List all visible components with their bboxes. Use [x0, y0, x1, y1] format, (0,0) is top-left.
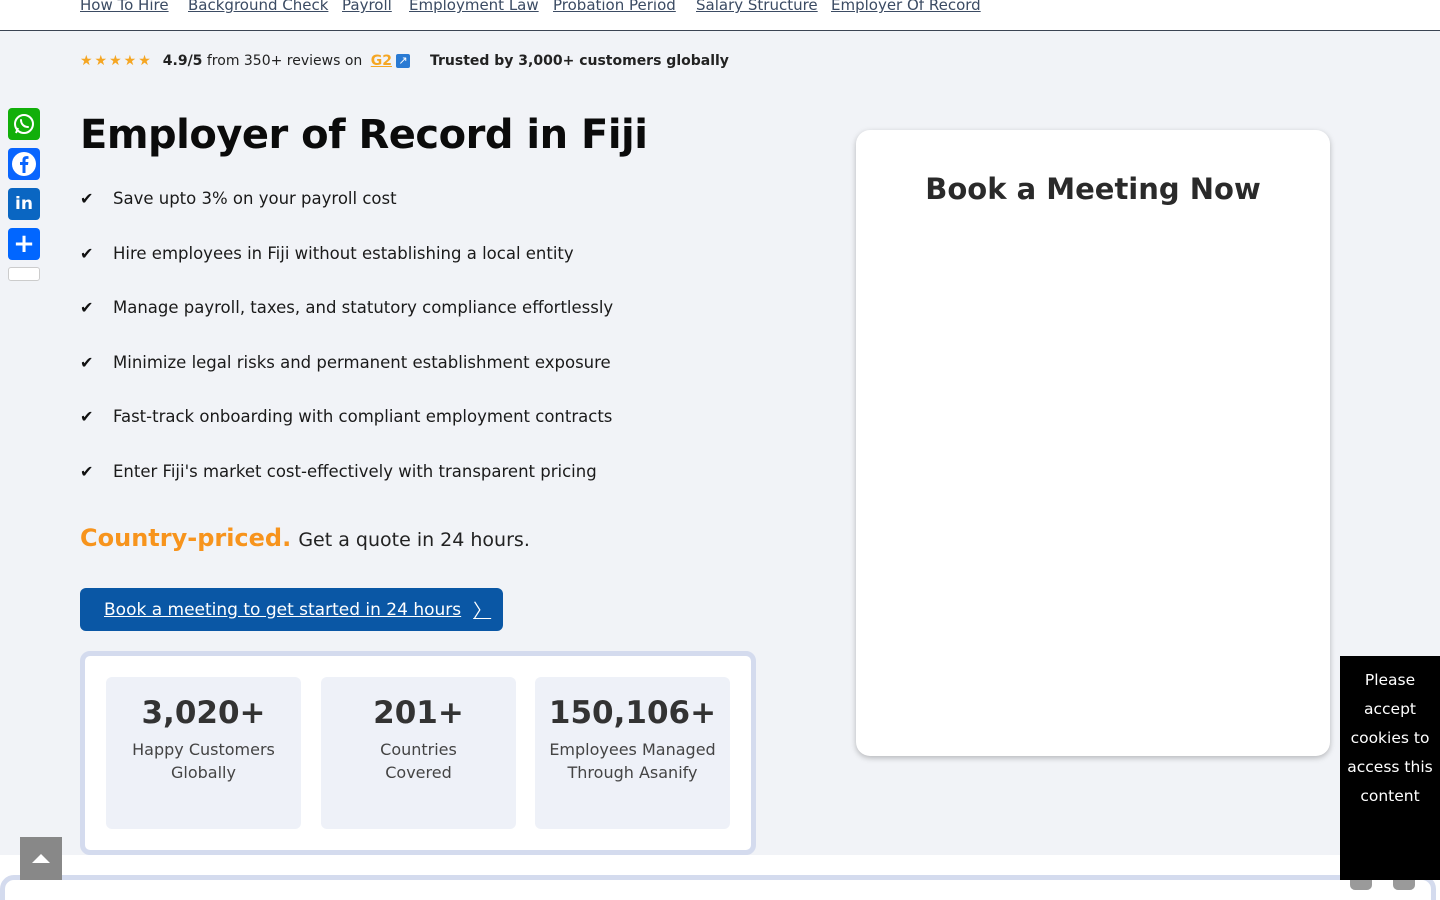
checkmark-icon: ✔ — [80, 243, 94, 263]
nav-link-payroll[interactable]: Payroll — [342, 0, 392, 14]
nav-link-employment-law[interactable]: Employment Law — [409, 0, 539, 14]
list-item: ✔ Fast-track onboarding with compliant em… — [80, 404, 613, 459]
whatsapp-share-button[interactable] — [8, 108, 40, 140]
share-more-button[interactable]: + — [8, 228, 40, 260]
linkedin-share-button[interactable]: in — [8, 188, 40, 220]
nav-link-background-check[interactable]: Background Check — [188, 0, 328, 14]
checkmark-icon: ✔ — [80, 407, 94, 427]
g2-link[interactable]: G2 — [371, 53, 392, 69]
nav-link-probation-period[interactable]: Probation Period — [553, 0, 676, 14]
trusted-text: Trusted by 3,000+ customers globally — [429, 53, 729, 69]
stat-card: 150,106+ Employees Managed Through Asani… — [535, 677, 730, 829]
stat-label: Countries Covered — [380, 740, 457, 782]
stat-card: 3,020+ Happy Customers Globally — [106, 677, 301, 829]
stat-label: Happy Customers Globally — [132, 740, 275, 782]
next-section-card — [0, 875, 1436, 900]
top-nav: How To Hire Background Check Payroll Emp… — [0, 0, 1440, 31]
stat-value: 3,020+ — [141, 695, 266, 731]
benefits-list: ✔ Save upto 3% on your payroll cost ✔ Hire… — [80, 186, 613, 514]
facebook-share-button[interactable] — [8, 148, 40, 180]
pricing-rest: Get a quote in 24 hours. — [298, 529, 530, 551]
stats-panel: 3,020+ Happy Customers Globally 201+ Cou… — [80, 651, 756, 855]
page-title: Employer of Record in Fiji — [80, 112, 648, 158]
rating-stars-icon: ★★★★★ — [80, 53, 153, 69]
checkmark-icon: ✔ — [80, 298, 94, 318]
list-item: ✔ Hire employees in Fiji without establis… — [80, 241, 613, 296]
stat-value: 150,106+ — [548, 695, 717, 731]
benefit-text: Save upto 3% on your payroll cost — [113, 189, 397, 208]
stat-card: 201+ Countries Covered — [321, 677, 516, 829]
cta-label: Book a meeting to get started in 24 hour… — [104, 599, 462, 620]
nav-link-salary-structure[interactable]: Salary Structure — [696, 0, 818, 14]
benefit-text: Hire employees in Fiji without establish… — [113, 243, 574, 263]
list-item: ✔ Save upto 3% on your payroll cost — [80, 186, 613, 241]
chevron-up-icon — [32, 854, 50, 863]
benefit-text: Enter Fiji's market cost-effectively wit… — [113, 461, 597, 481]
meeting-card-title: Book a Meeting Now — [925, 172, 1261, 206]
stat-label: Employees Managed Through Asanify — [549, 740, 716, 782]
checkmark-icon: ✔ — [80, 461, 94, 481]
list-item: ✔ Manage payroll, taxes, and statutory co… — [80, 295, 613, 350]
benefit-text: Minimize legal risks and permanent estab… — [113, 352, 611, 372]
nav-link-how-to-hire[interactable]: How To Hire — [80, 0, 169, 14]
pricing-line: Country-priced. Get a quote in 24 hours. — [80, 524, 530, 552]
rating-score: 4.9/5 — [162, 53, 203, 69]
benefit-text: Manage payroll, taxes, and statutory com… — [113, 298, 614, 318]
checkmark-icon: ✔ — [80, 189, 94, 208]
linkedin-icon: in — [15, 194, 33, 214]
nav-link-employer-of-record[interactable]: Employer Of Record — [831, 0, 981, 14]
rating-from-text: from 350+ reviews on — [202, 53, 367, 69]
share-placeholder — [8, 267, 40, 281]
plus-icon: + — [13, 229, 35, 259]
ratings-strip: ★★★★★ 4.9/5 from 350+ reviews on G2 ↗ Tr… — [80, 50, 729, 72]
book-meeting-button[interactable]: Book a meeting to get started in 24 hour… — [80, 588, 503, 631]
external-link-icon[interactable]: ↗ — [395, 54, 410, 68]
chevron-right-icon: 〉 — [473, 600, 492, 622]
scroll-to-top-button[interactable] — [20, 837, 62, 880]
checkmark-icon: ✔ — [80, 352, 94, 372]
pricing-accent: Country-priced. — [80, 524, 292, 552]
whatsapp-icon — [14, 114, 34, 134]
book-meeting-card: Book a Meeting Now — [856, 130, 1330, 756]
benefit-text: Fast-track onboarding with compliant emp… — [113, 407, 613, 427]
facebook-icon — [12, 152, 36, 176]
stat-value: 201+ — [373, 695, 464, 731]
cookie-notice: Please accept cookies to access this con… — [1340, 656, 1440, 880]
list-item: ✔ Enter Fiji's market cost-effectively wi… — [80, 459, 613, 514]
list-item: ✔ Minimize legal risks and permanent esta… — [80, 350, 613, 405]
